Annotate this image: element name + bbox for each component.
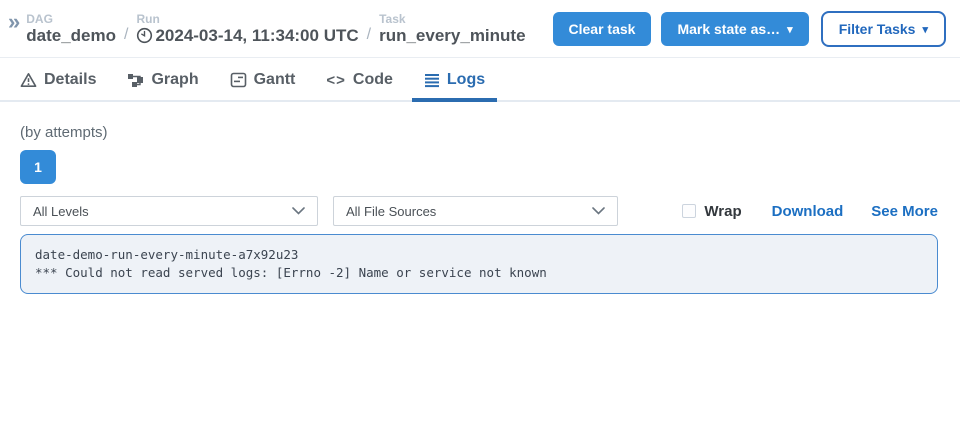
tab-graph[interactable]: Graph	[127, 71, 198, 102]
filter-tasks-dropdown-button[interactable]: Filter Tasks ▾	[821, 11, 946, 47]
breadcrumb-task: Task run_every_minute	[379, 12, 525, 46]
file-source-value: All File Sources	[346, 204, 436, 219]
log-level-value: All Levels	[33, 204, 89, 219]
task-label: Task	[379, 12, 525, 26]
collapse-sidebar-icon[interactable]: »	[4, 11, 26, 47]
log-level-select[interactable]: All Levels	[20, 196, 318, 226]
tab-gantt[interactable]: Gantt	[230, 71, 296, 102]
log-line: *** Could not read served logs: [Errno -…	[35, 264, 923, 282]
logs-panel: (by attempts) 1 All Levels All File Sour…	[0, 124, 960, 294]
run-timestamp: 2024-03-14, 11:34:00 UTC	[155, 26, 358, 46]
mark-state-label: Mark state as…	[677, 21, 780, 37]
breadcrumb-run: Run 2024-03-14, 11:34:00 UTC	[136, 12, 358, 46]
log-output-box[interactable]: date-demo-run-every-minute-a7x92u23 *** …	[20, 234, 938, 294]
caret-down-icon: ▾	[787, 23, 793, 36]
log-line: date-demo-run-every-minute-a7x92u23	[35, 246, 923, 264]
file-source-select[interactable]: All File Sources	[333, 196, 618, 226]
breadcrumb-separator: /	[367, 26, 371, 46]
tab-label: Details	[44, 71, 96, 89]
dag-value[interactable]: date_demo	[26, 26, 116, 46]
breadcrumb-separator: /	[124, 26, 128, 46]
filter-tasks-label: Filter Tasks	[839, 21, 916, 37]
run-value[interactable]: 2024-03-14, 11:34:00 UTC	[136, 26, 358, 46]
tab-label: Code	[353, 71, 393, 89]
warning-triangle-icon	[20, 72, 37, 88]
run-label: Run	[136, 12, 358, 26]
download-link[interactable]: Download	[772, 203, 844, 220]
wrap-toggle[interactable]: Wrap	[682, 203, 741, 220]
gantt-chart-icon	[230, 72, 247, 88]
graph-nodes-icon	[127, 72, 144, 88]
log-lines-icon	[424, 73, 440, 88]
clear-task-button[interactable]: Clear task	[553, 12, 652, 46]
tab-code[interactable]: <> Code	[326, 71, 393, 102]
by-attempts-label: (by attempts)	[20, 124, 938, 141]
header-actions: Clear task Mark state as… ▾ Filter Tasks ▾	[553, 11, 947, 47]
caret-down-icon: ▾	[922, 23, 928, 36]
attempt-1-button[interactable]: 1	[20, 150, 56, 184]
mark-state-dropdown-button[interactable]: Mark state as… ▾	[661, 12, 808, 46]
tab-details[interactable]: Details	[20, 71, 96, 102]
see-more-link[interactable]: See More	[871, 203, 938, 220]
wrap-checkbox[interactable]	[682, 204, 696, 218]
breadcrumb-dag: DAG date_demo	[26, 12, 116, 46]
tab-label: Logs	[447, 71, 485, 89]
code-brackets-icon: <>	[326, 72, 346, 89]
task-value[interactable]: run_every_minute	[379, 26, 525, 46]
dag-label: DAG	[26, 12, 116, 26]
tab-label: Gantt	[254, 71, 296, 89]
breadcrumb: DAG date_demo / Run 2024-03-14, 11:34:00…	[26, 12, 525, 46]
tab-bar: Details Graph Gantt <> Code Logs	[0, 58, 960, 102]
chevron-down-icon	[592, 207, 605, 215]
header: » DAG date_demo / Run 2024-03-14, 11:34:…	[0, 0, 960, 58]
log-filter-row: All Levels All File Sources Wrap Downloa…	[20, 196, 938, 226]
chevron-down-icon	[292, 207, 305, 215]
tab-logs[interactable]: Logs	[424, 71, 485, 102]
wrap-label: Wrap	[704, 203, 741, 220]
clock-icon	[136, 27, 153, 44]
tab-label: Graph	[151, 71, 198, 89]
